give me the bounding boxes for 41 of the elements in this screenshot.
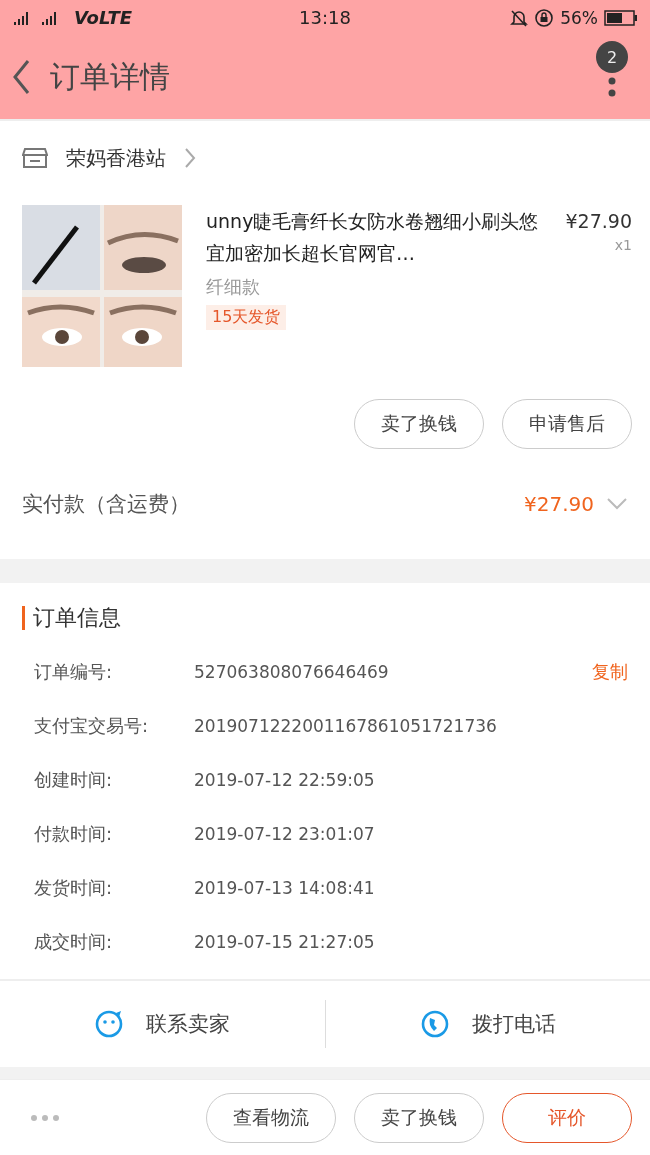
action-button[interactable]: 查看物流	[206, 1092, 336, 1143]
field-value: 2019071222001167861051721736	[194, 716, 498, 736]
store-name[interactable]: 荣妈香港站	[66, 144, 166, 172]
field-value: 527063808076646469	[194, 662, 390, 682]
product-title[interactable]: unny睫毛膏纤长女防水卷翘细小刷头悠宜加密加长超长官网官…	[206, 205, 542, 269]
battery-percent: 56%	[560, 7, 598, 28]
payment-amount: ¥27.90	[524, 492, 594, 516]
field-value: 2019-07-12 22:59:05	[194, 770, 376, 790]
mute-icon	[510, 8, 529, 27]
rotation-lock-icon	[534, 7, 555, 28]
action-button[interactable]: 卖了换钱	[354, 399, 484, 449]
accent-bar	[22, 606, 25, 630]
store-icon	[22, 147, 48, 169]
contact-button[interactable]: 拨打电话	[471, 1010, 556, 1038]
network-label: VoLTE	[74, 7, 133, 28]
variant-text: 纤细款	[206, 275, 260, 299]
payment-label: 实付款（含运费）	[22, 491, 191, 518]
field-label: 创建时间:	[34, 768, 114, 792]
action-button[interactable]: 申请售后	[502, 399, 632, 449]
clock-text: 13:18	[299, 7, 351, 28]
shipping-tag: 15天发货	[206, 305, 287, 330]
field-label: 支付宝交易号:	[34, 714, 150, 738]
field-label: 发货时间:	[34, 876, 114, 900]
page-title: 订单详情	[50, 57, 171, 96]
chevron-right-icon	[184, 147, 196, 169]
field-label: 订单编号:	[34, 660, 114, 684]
field-label: 成交时间:	[34, 930, 114, 954]
action-button[interactable]: 评价	[502, 1092, 632, 1143]
quantity-text: x1	[614, 237, 632, 253]
chat-icon	[94, 1009, 125, 1039]
notification-badge: 2	[596, 41, 628, 73]
field-value: 2019-07-15 21:27:05	[194, 932, 376, 952]
field-value: 2019-07-12 23:01:07	[194, 824, 376, 844]
contact-button[interactable]: 联系卖家	[146, 1010, 231, 1038]
field-label: 付款时间:	[34, 822, 114, 846]
phone-icon	[419, 1009, 450, 1039]
product-price: ¥27.90	[565, 209, 632, 234]
action-button[interactable]: 卖了换钱	[354, 1092, 484, 1143]
field-value: 2019-07-13 14:08:41	[194, 878, 376, 898]
section-title: 订单信息	[33, 604, 121, 632]
battery-icon	[604, 9, 638, 26]
